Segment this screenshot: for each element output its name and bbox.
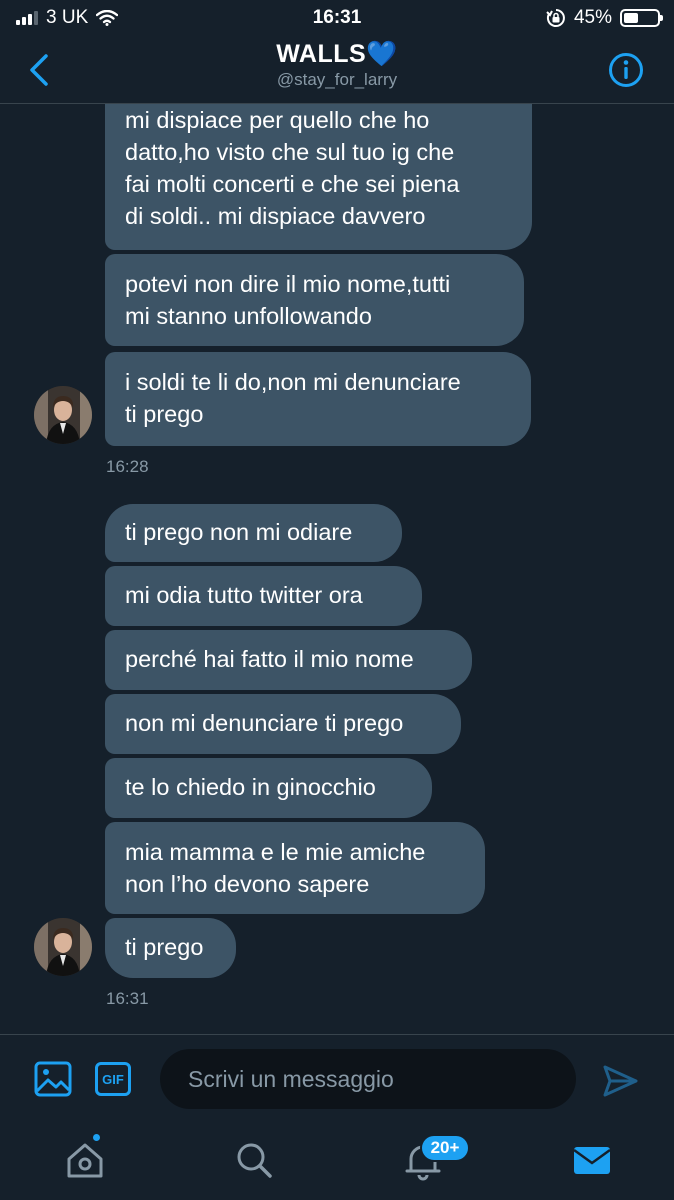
battery-percent: 45% [573,7,612,28]
message-timestamp: 16:28 [106,457,149,476]
tab-bar: 20+ [0,1124,674,1200]
gif-button[interactable]: GIF [95,1062,131,1096]
status-left: 3 UK [16,7,119,29]
search-icon[interactable] [232,1138,276,1182]
battery-fill [624,13,639,23]
message-bubble[interactable]: mia mamma e le mie amiche non l’ho devon… [105,822,485,914]
notifications-badge: 20+ [420,1134,470,1162]
signal-icon [16,11,38,25]
mail-icon[interactable] [570,1138,614,1182]
wifi-icon [96,10,119,26]
image-button[interactable] [34,1061,72,1097]
carrier-label: 3 UK [46,7,89,28]
message-composer: GIF [0,1034,674,1124]
message-bubble[interactable]: non mi denunciare ti prego [105,694,461,754]
send-button[interactable] [600,1061,640,1101]
avatar-image [34,386,92,444]
message-bubble[interactable]: ti prego [105,918,236,978]
message-bubble[interactable]: potevi non dire il mio nome,tutti mi sta… [105,254,524,346]
message-bubble[interactable]: mi odia tutto twitter ora [105,566,422,626]
battery-icon [620,9,663,27]
home-notification-dot [91,1132,102,1143]
home-icon[interactable] [63,1138,107,1182]
message-bubble[interactable]: i soldi te li do,non mi denunciare ti pr… [105,352,531,446]
conversation-title[interactable]: WALLS💙 @stay_for_larry [0,40,674,90]
message-input[interactable] [160,1049,576,1109]
contact-name: WALLS💙 [276,40,398,68]
rotation-lock-icon [546,9,565,27]
status-right: 45% [546,7,663,29]
message-timestamp: 16:31 [106,989,149,1008]
conversation-header: WALLS💙 @stay_for_larry [0,36,674,104]
message-bubble[interactable]: te lo chiedo in ginocchio [105,758,432,818]
info-button[interactable] [608,52,644,88]
message-bubble[interactable]: ti prego non mi odiare [105,504,402,562]
message-list[interactable]: mi dispiace per quello che ho datto,ho v… [0,104,674,1034]
contact-handle: @stay_for_larry [276,70,398,89]
message-bubble[interactable]: mi dispiace per quello che ho datto,ho v… [105,104,532,250]
contact-avatar[interactable] [34,386,92,444]
message-bubble[interactable]: perché hai fatto il mio nome [105,630,472,690]
status-bar: 3 UK 16:31 45% [0,0,674,36]
avatar-image [34,918,92,976]
contact-avatar[interactable] [34,918,92,976]
